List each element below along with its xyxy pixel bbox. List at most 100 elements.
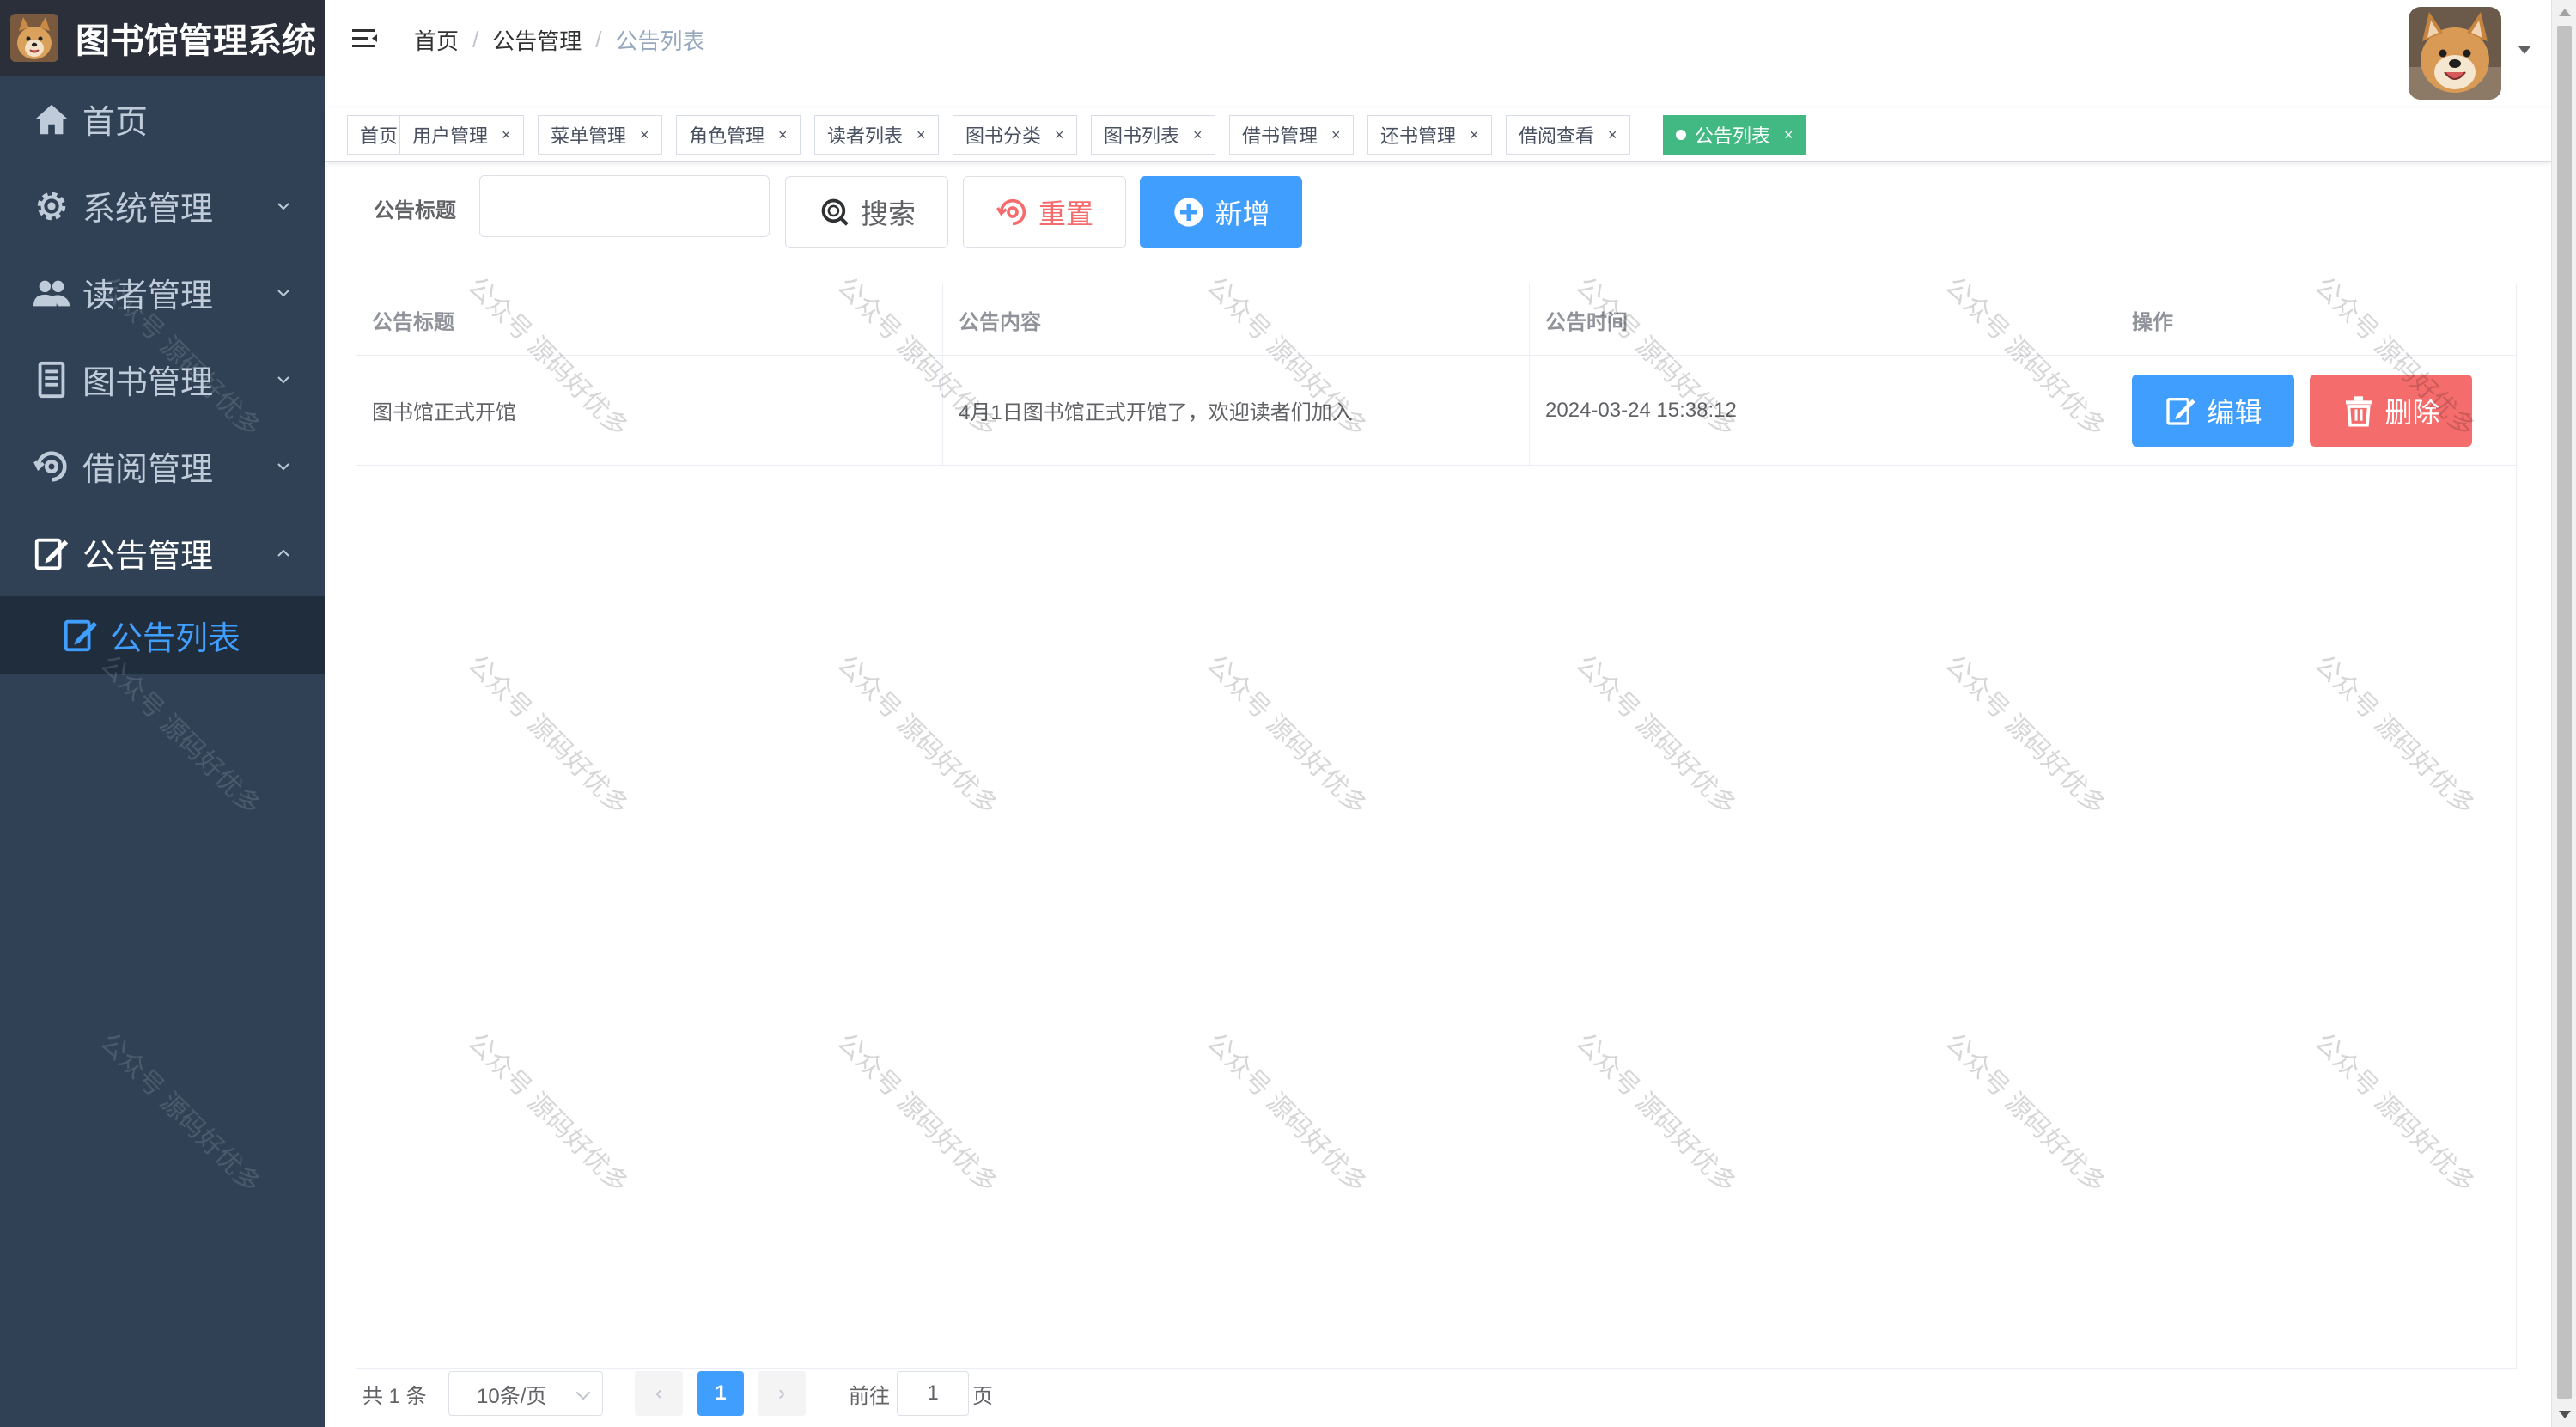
sidebar-item-books[interactable]: 图书管理 [0,336,325,423]
cell-actions: 编辑 删除 [2116,356,2518,466]
tag-menu-mgmt[interactable]: 菜单管理 × [538,115,662,155]
chevron-up-icon [277,549,289,557]
sidebar-item-label: 首页 [82,105,149,141]
home-icon [29,97,74,142]
vertical-scrollbar[interactable] [2551,0,2576,1427]
search-button-label: 搜索 [860,198,916,229]
column-header-title: 公告标题 [356,284,943,356]
edit-icon [2164,393,2198,428]
tag-label: 读者列表 [827,125,904,147]
breadcrumb-notice-mgmt[interactable]: 公告管理 [492,24,582,56]
sidebar-item-borrow[interactable]: 借阅管理 [0,423,325,509]
close-icon[interactable]: × [1193,126,1203,144]
sidebar-item-notices[interactable]: 公告管理 [0,509,325,596]
sidebar-item-home[interactable]: 首页 [0,76,325,162]
breadcrumb-home[interactable]: 首页 [414,24,459,56]
tag-book-category[interactable]: 图书分类 × [953,115,1077,155]
close-icon[interactable]: × [917,126,926,144]
chevron-down-icon [575,1385,591,1400]
sidebar-item-label: 公告管理 [82,539,214,575]
tag-label: 借书管理 [1242,125,1318,147]
edit-button[interactable]: 编辑 [2132,374,2294,447]
tag-label: 图书列表 [1104,125,1180,147]
search-icon [818,195,852,229]
close-icon[interactable]: × [1608,126,1617,144]
add-button-label: 新增 [1215,198,1270,229]
tag-label: 图书分类 [965,125,1042,147]
tag-book-list[interactable]: 图书列表 × [1091,115,1215,155]
tag-label: 还书管理 [1380,125,1457,147]
close-icon[interactable]: × [1331,126,1341,144]
app-logo [10,14,58,62]
tag-label: 借阅查看 [1519,125,1595,147]
sidebar: 图书馆管理系统 首页 系统管理 读者管理 图书管理 借阅管理 公告管理 公告列表… [0,0,325,1427]
reset-button[interactable]: 重置 [963,176,1126,248]
prev-page-button[interactable]: ‹ [635,1371,683,1416]
sidebar-item-readers[interactable]: 读者管理 [0,249,325,336]
search-button[interactable]: 搜索 [785,176,948,248]
sidebar-subitem-label: 公告列表 [110,620,241,657]
tag-user-mgmt[interactable]: 用户管理 × [399,115,524,155]
chevron-down-icon [277,375,289,383]
goto-label: 前往 [849,1384,890,1408]
add-button[interactable]: 新增 [1140,176,1302,248]
add-circle-icon [1172,195,1206,229]
trash-icon [2342,393,2376,428]
tag-role-mgmt[interactable]: 角色管理 × [676,115,801,155]
sidebar-item-label: 系统管理 [82,192,214,228]
chevron-down-icon [277,289,289,296]
next-page-button[interactable]: › [758,1371,806,1416]
close-icon[interactable]: × [1470,126,1479,144]
cell-time: 2024-03-24 15:38:12 [1530,356,2116,466]
chevron-down-icon [277,462,289,470]
scrollbar-thumb[interactable] [2557,26,2572,1399]
delete-button-label: 删除 [2384,396,2440,428]
sidebar-item-label: 图书管理 [82,365,214,401]
close-icon[interactable]: × [1784,126,1793,144]
notice-title-search-input[interactable] [479,175,770,237]
tag-notice-list[interactable]: 公告列表 × [1663,115,1806,155]
chevron-down-icon [277,202,289,210]
app-title: 图书馆管理系统 [76,22,316,60]
hamburger-icon[interactable] [350,24,380,53]
pagination-total: 共 1 条 [362,1384,427,1408]
search-label: 公告标题 [374,199,456,223]
tag-borrow-view[interactable]: 借阅查看 × [1506,115,1630,155]
users-icon [29,271,74,315]
sidebar-item-label: 借阅管理 [82,452,214,488]
close-icon[interactable]: × [640,126,649,144]
goto-page-input[interactable] [897,1371,969,1416]
breadcrumb-separator: / [472,27,479,52]
refresh-icon [996,195,1030,229]
edit-button-label: 编辑 [2207,396,2262,428]
tag-label: 首页 [360,125,399,147]
close-icon[interactable]: × [502,126,511,144]
breadcrumb-separator: / [595,27,602,52]
sidebar-subitem-notice-list[interactable]: 公告列表 [0,596,325,674]
page-number-current[interactable]: 1 [697,1371,744,1416]
page-size-select[interactable]: 10条/页 [448,1371,603,1416]
close-icon[interactable]: × [778,126,788,144]
scroll-up-arrow-icon[interactable] [2559,9,2571,16]
sidebar-item-label: 读者管理 [82,278,214,314]
tag-reader-list[interactable]: 读者列表 × [814,115,939,155]
close-icon[interactable]: × [1055,126,1064,144]
column-header-actions: 操作 [2116,284,2518,356]
borrow-icon [29,444,74,489]
watermark-text: 公众号 源码好优多 [94,1028,266,1199]
notice-table: 公告标题 公告内容 公告时间 操作 图书馆正式开馆 4月1日图书馆正式开馆了，欢… [356,284,2518,1369]
column-header-content: 公告内容 [943,284,1530,356]
edit-note-icon [58,613,103,657]
tag-label: 菜单管理 [551,125,627,147]
logo-bar: 图书馆管理系统 [0,0,325,76]
tag-borrow-mgmt[interactable]: 借书管理 × [1229,115,1354,155]
cell-title: 图书馆正式开馆 [356,356,943,466]
reset-button-label: 重置 [1038,198,1093,229]
user-avatar[interactable] [2409,7,2501,100]
breadcrumb-current: 公告列表 [615,28,705,54]
delete-button[interactable]: 删除 [2310,374,2472,447]
sidebar-item-system[interactable]: 系统管理 [0,162,325,249]
caret-down-icon[interactable] [2518,46,2530,54]
scroll-down-arrow-icon[interactable] [2559,1411,2571,1418]
tag-return-mgmt[interactable]: 还书管理 × [1367,115,1492,155]
